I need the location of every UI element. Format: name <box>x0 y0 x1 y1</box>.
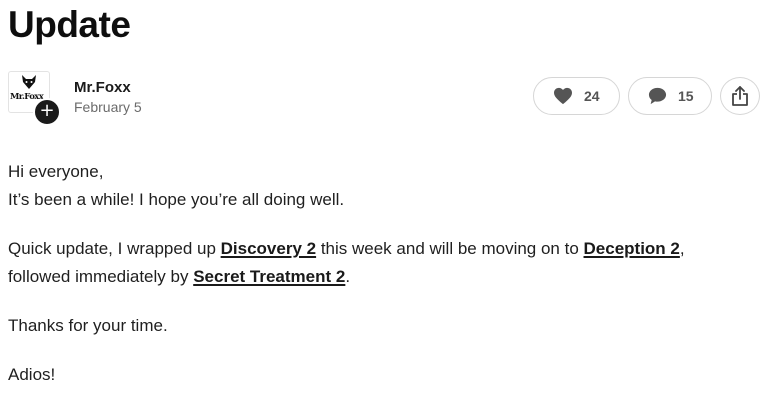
post-title: Update <box>8 4 131 45</box>
paragraph-signoff: Adios! <box>8 365 56 384</box>
heart-icon <box>553 87 573 105</box>
update-text-3: , <box>679 239 685 258</box>
update-text-1: Quick update, I wrapped up <box>8 239 221 258</box>
post-date: February 5 <box>74 99 142 115</box>
like-count: 24 <box>584 88 600 104</box>
author-avatar-container[interactable]: Mr.Foxx + <box>8 71 61 126</box>
follow-button[interactable]: + <box>33 98 61 126</box>
link-deception-2[interactable]: Deception 2 <box>584 239 680 258</box>
update-text-2: this week and will be moving on to <box>316 239 584 258</box>
post-body: Hi everyone, It’s been a while! I hope y… <box>8 158 768 401</box>
intro-text: It’s been a while! I hope you’re all doi… <box>8 190 345 209</box>
paragraph-update: Quick update, I wrapped up Discovery 2 t… <box>8 235 768 291</box>
author-name[interactable]: Mr.Foxx <box>74 79 131 96</box>
comment-button[interactable]: 15 <box>628 77 712 115</box>
comment-count: 15 <box>678 88 694 104</box>
like-button[interactable]: 24 <box>533 77 620 115</box>
link-secret-treatment-2[interactable]: Secret Treatment 2 <box>193 267 345 286</box>
link-discovery-2[interactable]: Discovery 2 <box>221 239 316 258</box>
greeting-text: Hi everyone, <box>8 162 104 181</box>
update-text-4: followed immediately by <box>8 267 194 286</box>
paragraph-greeting: Hi everyone, It’s been a while! I hope y… <box>8 158 768 214</box>
fox-logo-icon <box>22 75 36 89</box>
paragraph-thanks: Thanks for your time. <box>8 316 168 335</box>
share-icon <box>731 86 749 106</box>
post-page: Update Mr.Foxx + Mr.Foxx February 5 24 1… <box>0 0 775 401</box>
comment-bubble-icon <box>648 87 667 105</box>
update-text-5: . <box>345 267 351 286</box>
share-button[interactable] <box>720 77 760 115</box>
